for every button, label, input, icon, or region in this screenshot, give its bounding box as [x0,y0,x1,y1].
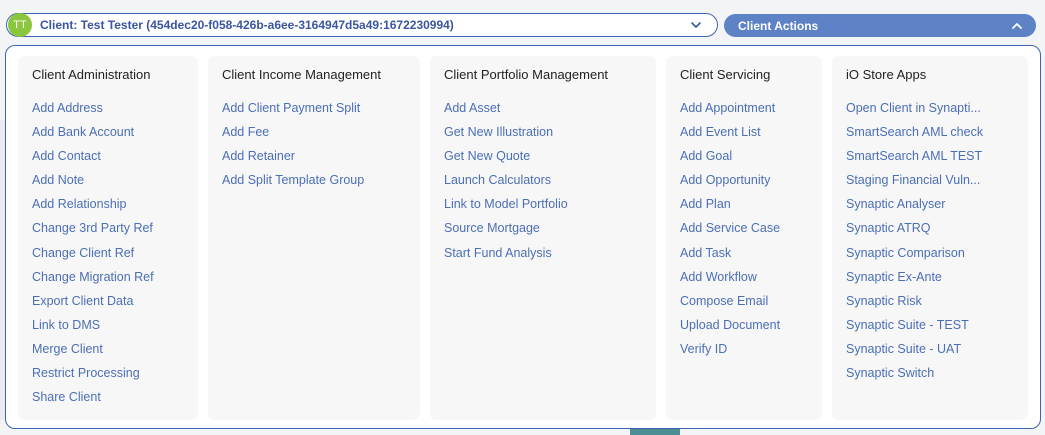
client-selector[interactable]: TT Client: Test Tester (454dec20-f058-42… [6,13,718,37]
menu-list: Open Client in Synapti... SmartSearch AM… [846,100,1028,389]
menu-item-verify-id[interactable]: Verify ID [680,341,822,365]
column-title: Client Income Management [222,67,381,82]
menu-item-change-3rd-party-ref[interactable]: Change 3rd Party Ref [32,220,198,244]
menu-item-add-address[interactable]: Add Address [32,100,198,124]
column-title: Client Servicing [680,67,771,82]
menu-item-source-mortgage[interactable]: Source Mortgage [444,220,656,244]
column-io-store-apps: iO Store Apps Open Client in Synapti... … [832,56,1028,420]
menu-item-add-split-template-group[interactable]: Add Split Template Group [222,172,420,196]
menu-item-restrict-processing[interactable]: Restrict Processing [32,365,198,389]
menu-list: Add Appointment Add Event List Add Goal … [680,100,822,365]
menu-item-synaptic-analyser[interactable]: Synaptic Analyser [846,196,1028,220]
menu-item-merge-client[interactable]: Merge Client [32,341,198,365]
column-title: iO Store Apps [846,67,927,82]
menu-item-smartsearch-aml-test[interactable]: SmartSearch AML TEST [846,148,1028,172]
column-client-portfolio-management: Client Portfolio Management Add Asset Ge… [430,56,656,420]
menu-list: Add Asset Get New Illustration Get New Q… [444,100,656,269]
menu-item-add-contact[interactable]: Add Contact [32,148,198,172]
client-actions-label: Client Actions [738,18,819,33]
menu-item-upload-document[interactable]: Upload Document [680,317,822,341]
client-label: Client: Test Tester (454dec20-f058-426b-… [40,18,454,32]
menu-item-add-appointment[interactable]: Add Appointment [680,100,822,124]
menu-item-open-client-in-synaptic[interactable]: Open Client in Synapti... [846,100,1028,124]
menu-list: Add Client Payment Split Add Fee Add Ret… [222,100,420,196]
column-client-income-management: Client Income Management Add Client Paym… [208,56,420,420]
menu-item-link-to-model-portfolio[interactable]: Link to Model Portfolio [444,196,656,220]
menu-item-add-goal[interactable]: Add Goal [680,148,822,172]
menu-item-staging-financial-vuln[interactable]: Staging Financial Vuln... [846,172,1028,196]
menu-item-add-retainer[interactable]: Add Retainer [222,148,420,172]
menu-item-add-service-case[interactable]: Add Service Case [680,220,822,244]
column-title: Client Portfolio Management [444,67,609,82]
menu-item-export-client-data[interactable]: Export Client Data [32,293,198,317]
menu-item-add-note[interactable]: Add Note [32,172,198,196]
menu-item-synaptic-suite-uat[interactable]: Synaptic Suite - UAT [846,341,1028,365]
menu-item-add-fee[interactable]: Add Fee [222,124,420,148]
menu-item-add-task[interactable]: Add Task [680,245,822,269]
chevron-up-icon [1012,23,1022,29]
menu-item-synaptic-switch[interactable]: Synaptic Switch [846,365,1028,389]
menu-item-add-workflow[interactable]: Add Workflow [680,269,822,293]
client-actions-menu: Client Administration Add Address Add Ba… [5,45,1041,429]
menu-list: Add Address Add Bank Account Add Contact… [32,100,198,413]
menu-item-change-migration-ref[interactable]: Change Migration Ref [32,269,198,293]
menu-item-compose-email[interactable]: Compose Email [680,293,822,317]
avatar: TT [8,13,32,37]
menu-item-synaptic-comparison[interactable]: Synaptic Comparison [846,245,1028,269]
menu-item-share-client[interactable]: Share Client [32,389,198,413]
client-actions-button[interactable]: Client Actions [724,14,1036,37]
menu-item-get-new-illustration[interactable]: Get New Illustration [444,124,656,148]
menu-item-get-new-quote[interactable]: Get New Quote [444,148,656,172]
menu-item-add-event-list[interactable]: Add Event List [680,124,822,148]
menu-item-change-client-ref[interactable]: Change Client Ref [32,245,198,269]
background-button-edge [630,428,680,435]
menu-item-synaptic-risk[interactable]: Synaptic Risk [846,293,1028,317]
menu-item-add-bank-account[interactable]: Add Bank Account [32,124,198,148]
menu-item-add-asset[interactable]: Add Asset [444,100,656,124]
column-client-administration: Client Administration Add Address Add Ba… [18,56,198,420]
menu-item-launch-calculators[interactable]: Launch Calculators [444,172,656,196]
column-title: Client Administration [32,67,151,82]
menu-item-add-opportunity[interactable]: Add Opportunity [680,172,822,196]
column-client-servicing: Client Servicing Add Appointment Add Eve… [666,56,822,420]
menu-item-start-fund-analysis[interactable]: Start Fund Analysis [444,245,656,269]
menu-item-synaptic-atrq[interactable]: Synaptic ATRQ [846,220,1028,244]
menu-item-synaptic-ex-ante[interactable]: Synaptic Ex-Ante [846,269,1028,293]
menu-item-synaptic-suite-test[interactable]: Synaptic Suite - TEST [846,317,1028,341]
menu-item-smartsearch-aml-check[interactable]: SmartSearch AML check [846,124,1028,148]
menu-item-link-to-dms[interactable]: Link to DMS [32,317,198,341]
menu-item-add-plan[interactable]: Add Plan [680,196,822,220]
menu-item-add-client-payment-split[interactable]: Add Client Payment Split [222,100,420,124]
menu-item-add-relationship[interactable]: Add Relationship [32,196,198,220]
chevron-down-icon[interactable] [689,18,703,32]
